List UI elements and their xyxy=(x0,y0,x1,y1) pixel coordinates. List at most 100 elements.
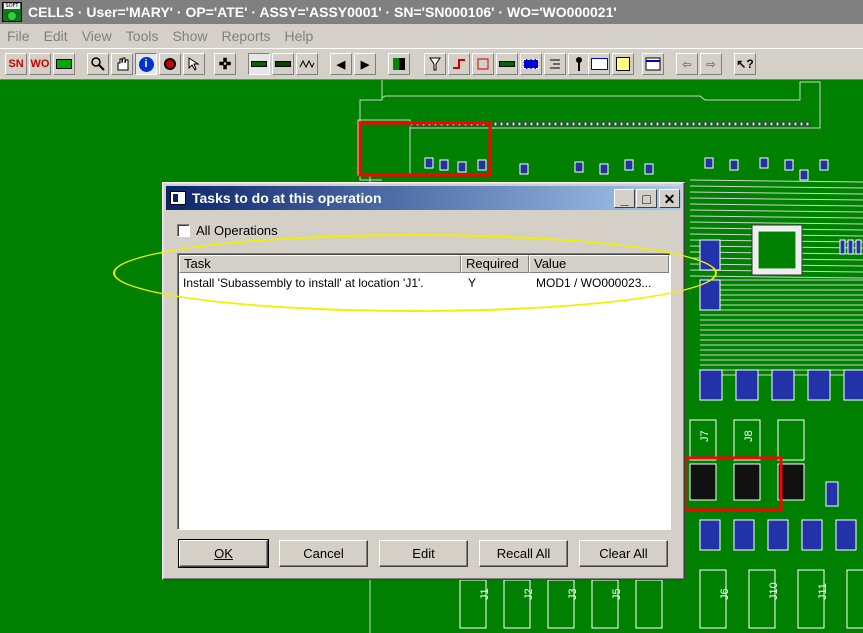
info-icon: i xyxy=(138,56,154,72)
board-component xyxy=(619,121,624,127)
flag-button[interactable] xyxy=(388,53,410,75)
ok-button[interactable]: OK xyxy=(178,539,269,568)
forward-button[interactable]: ⇨ xyxy=(700,53,722,75)
edit-button[interactable]: Edit xyxy=(379,540,468,567)
align-button[interactable] xyxy=(544,53,566,75)
cancel-button[interactable]: Cancel xyxy=(279,540,368,567)
board-component xyxy=(733,519,755,551)
board-trace xyxy=(689,215,863,219)
probe-button[interactable] xyxy=(424,53,446,75)
board-component xyxy=(613,121,618,127)
board-component xyxy=(547,579,575,629)
board-component xyxy=(529,121,534,127)
edit-label: Edit xyxy=(412,546,435,561)
maximize-button[interactable]: □ xyxy=(636,189,657,208)
board-component xyxy=(649,121,654,127)
close-icon: ✕ xyxy=(663,190,676,207)
pan-button[interactable] xyxy=(111,53,133,75)
value-cell: MOD1 / WO000023... xyxy=(536,276,652,290)
resistor-button[interactable] xyxy=(496,53,518,75)
all-operations-label[interactable]: All Operations xyxy=(196,223,278,238)
board-component xyxy=(439,159,449,171)
board-component xyxy=(784,159,794,171)
serial-number-button[interactable]: SN xyxy=(5,53,27,75)
note-button[interactable] xyxy=(612,53,634,75)
target-button[interactable] xyxy=(159,53,181,75)
window-title-bar: SOFT CELLS · User='MARY' · OP='ATE' · AS… xyxy=(0,0,863,24)
info-button[interactable]: i xyxy=(135,53,157,75)
board-view-button[interactable] xyxy=(53,53,75,75)
bottom-side-button[interactable] xyxy=(272,53,294,75)
magnifier-icon xyxy=(91,57,105,71)
all-operations-checkbox[interactable] xyxy=(177,224,190,237)
board-component xyxy=(807,369,831,401)
menu-view[interactable]: View xyxy=(75,28,119,44)
column-header-value[interactable]: Value xyxy=(529,255,669,273)
board-component xyxy=(655,121,660,127)
zoom-button[interactable] xyxy=(87,53,109,75)
board-component xyxy=(733,463,761,501)
menu-help[interactable]: Help xyxy=(278,28,321,44)
board-component xyxy=(835,519,857,551)
board-component xyxy=(685,121,690,127)
board-component xyxy=(591,579,619,629)
recall-all-button[interactable]: Recall All xyxy=(479,540,568,567)
next-button[interactable]: ▶ xyxy=(354,53,376,75)
cancel-label: Cancel xyxy=(303,546,344,561)
menu-show[interactable]: Show xyxy=(165,28,214,44)
close-button[interactable]: ✕ xyxy=(659,189,680,208)
pin-icon xyxy=(576,57,582,71)
board-component xyxy=(667,121,672,127)
tasks-list[interactable]: Task Required Value Install 'Subassembly… xyxy=(177,253,671,530)
board-component xyxy=(721,121,726,127)
board-component xyxy=(715,121,720,127)
column-header-required[interactable]: Required xyxy=(461,255,529,273)
board-component xyxy=(599,163,609,175)
grid-button[interactable] xyxy=(642,53,664,75)
menu-file[interactable]: File xyxy=(0,28,37,44)
clear-all-button[interactable]: Clear All xyxy=(579,540,668,567)
board-component xyxy=(583,121,588,127)
board-component xyxy=(503,579,531,629)
chip-button[interactable] xyxy=(520,53,542,75)
move-button[interactable]: ✜ xyxy=(214,53,236,75)
connect-button[interactable] xyxy=(448,53,470,75)
board-component xyxy=(699,239,721,271)
label-button[interactable] xyxy=(588,53,610,75)
board-component xyxy=(643,121,648,127)
board-component xyxy=(855,239,862,255)
select-button[interactable] xyxy=(183,53,205,75)
back-button[interactable]: ⇦ xyxy=(676,53,698,75)
board-component xyxy=(589,121,594,127)
board-component xyxy=(523,121,528,127)
arrow-right-icon: ▶ xyxy=(360,58,370,71)
board-component xyxy=(799,169,809,181)
board-trace xyxy=(689,275,863,279)
top-side-button[interactable] xyxy=(248,53,270,75)
pointer-icon xyxy=(188,57,200,71)
context-help-button[interactable]: ↖? xyxy=(734,53,756,75)
hand-icon xyxy=(117,57,129,71)
board-component xyxy=(595,121,600,127)
board-label-j7: J7 xyxy=(699,430,711,442)
waveform-button[interactable] xyxy=(296,53,318,75)
column-header-task[interactable]: Task xyxy=(179,255,461,273)
menu-edit[interactable]: Edit xyxy=(37,28,75,44)
previous-button[interactable]: ◀ xyxy=(330,53,352,75)
menu-reports[interactable]: Reports xyxy=(215,28,278,44)
work-order-button[interactable]: WO xyxy=(29,53,51,75)
component-button[interactable] xyxy=(472,53,494,75)
note-icon xyxy=(616,57,630,71)
task-cell: Install 'Subassembly to install' at loca… xyxy=(183,276,424,290)
board-component xyxy=(757,230,797,270)
board-label-j10: J10 xyxy=(768,582,780,600)
all-operations-row: All Operations xyxy=(177,223,278,238)
board-component xyxy=(459,579,487,629)
dialog-title-bar[interactable]: Tasks to do at this operation _ □ ✕ xyxy=(166,186,681,210)
pin-button[interactable] xyxy=(568,53,590,75)
ok-label: OK xyxy=(214,546,233,561)
minimize-button[interactable]: _ xyxy=(614,189,635,208)
bottom-layer-icon xyxy=(275,61,291,67)
top-layer-icon xyxy=(251,61,267,67)
menu-tools[interactable]: Tools xyxy=(119,28,166,44)
